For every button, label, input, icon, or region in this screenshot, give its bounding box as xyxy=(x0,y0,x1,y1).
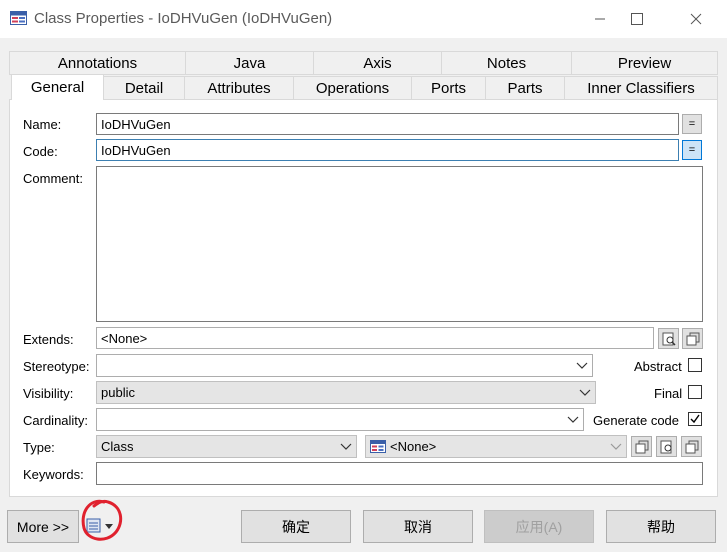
tab-annotations[interactable]: Annotations xyxy=(9,51,186,75)
cancel-button[interactable]: 取消 xyxy=(363,510,473,543)
new-object-icon xyxy=(635,440,648,453)
extends-label: Extends: xyxy=(23,332,74,347)
generate-code-label: Generate code xyxy=(593,413,680,428)
stereotype-label: Stereotype: xyxy=(23,359,90,374)
final-checkbox[interactable] xyxy=(688,385,702,399)
classifier-value: <None> xyxy=(390,439,437,454)
name-equals-button[interactable]: = xyxy=(682,114,702,134)
extends-field[interactable]: <None> xyxy=(96,327,654,349)
properties-icon xyxy=(685,440,698,453)
type-combo[interactable]: Class xyxy=(96,435,357,458)
tab-notes[interactable]: Notes xyxy=(441,51,572,75)
comment-textarea[interactable] xyxy=(96,166,703,322)
tab-attributes[interactable]: Attributes xyxy=(184,76,294,100)
maximize-icon xyxy=(631,13,643,25)
tab-parts[interactable]: Parts xyxy=(485,76,565,100)
keywords-input[interactable] xyxy=(96,462,703,485)
minimize-icon xyxy=(595,18,605,20)
select-object-icon xyxy=(662,332,676,346)
class-table-icon xyxy=(370,440,386,453)
abstract-checkbox[interactable] xyxy=(688,358,702,372)
classifier-combo[interactable]: <None> xyxy=(365,435,627,458)
tab-preview[interactable]: Preview xyxy=(571,51,718,75)
class-table-icon xyxy=(10,11,27,25)
type-label: Type: xyxy=(23,440,55,455)
name-input[interactable]: IoDHVuGen xyxy=(96,113,679,135)
chevron-down-icon xyxy=(567,416,579,423)
properties-icon xyxy=(686,332,699,345)
select-object-icon xyxy=(660,440,671,453)
chevron-down-icon xyxy=(579,389,591,396)
tab-inner-classifiers[interactable]: Inner Classifiers xyxy=(564,76,718,100)
more-button[interactable]: More >> xyxy=(7,510,79,543)
comment-label: Comment: xyxy=(23,171,83,186)
window-title: Class Properties - IoDHVuGen (IoDHVuGen) xyxy=(34,10,333,27)
apply-button[interactable]: 应用(A) xyxy=(484,510,594,543)
code-input[interactable]: IoDHVuGen xyxy=(96,139,679,161)
maximize-button[interactable] xyxy=(617,6,657,32)
classifier-properties-button[interactable] xyxy=(681,436,702,457)
abstract-label: Abstract xyxy=(634,359,682,374)
tab-java[interactable]: Java xyxy=(185,51,314,75)
classifier-select-button[interactable] xyxy=(656,436,677,457)
classifier-new-button[interactable] xyxy=(631,436,652,457)
minimize-button[interactable] xyxy=(580,6,620,32)
cardinality-label: Cardinality: xyxy=(23,413,89,428)
stereotype-combo[interactable] xyxy=(96,354,593,377)
extends-select-button[interactable] xyxy=(658,328,679,349)
close-button[interactable] xyxy=(676,6,716,32)
visibility-label: Visibility: xyxy=(23,386,74,401)
tab-general[interactable]: General xyxy=(11,74,104,100)
tab-axis[interactable]: Axis xyxy=(313,51,442,75)
code-label: Code: xyxy=(23,144,58,159)
visibility-combo[interactable]: public xyxy=(96,381,596,404)
type-value: Class xyxy=(101,439,134,454)
code-equals-button[interactable]: = xyxy=(682,140,702,160)
chevron-down-icon xyxy=(340,443,352,450)
tab-ports[interactable]: Ports xyxy=(411,76,486,100)
extends-properties-button[interactable] xyxy=(682,328,703,349)
help-button[interactable]: 帮助 xyxy=(606,510,716,543)
final-label: Final xyxy=(654,386,683,401)
name-label: Name: xyxy=(23,117,62,132)
tab-detail[interactable]: Detail xyxy=(103,76,185,100)
close-icon xyxy=(690,13,702,25)
keywords-label: Keywords: xyxy=(23,467,84,482)
ok-button[interactable]: 确定 xyxy=(241,510,351,543)
generate-code-checkbox[interactable] xyxy=(688,412,702,426)
chevron-down-icon xyxy=(610,443,622,450)
visibility-value: public xyxy=(101,385,135,400)
tab-operations[interactable]: Operations xyxy=(293,76,412,100)
cardinality-combo[interactable] xyxy=(96,408,584,431)
red-circle-annotation xyxy=(81,499,123,541)
checkmark-icon xyxy=(690,414,700,424)
chevron-down-icon xyxy=(576,362,588,369)
